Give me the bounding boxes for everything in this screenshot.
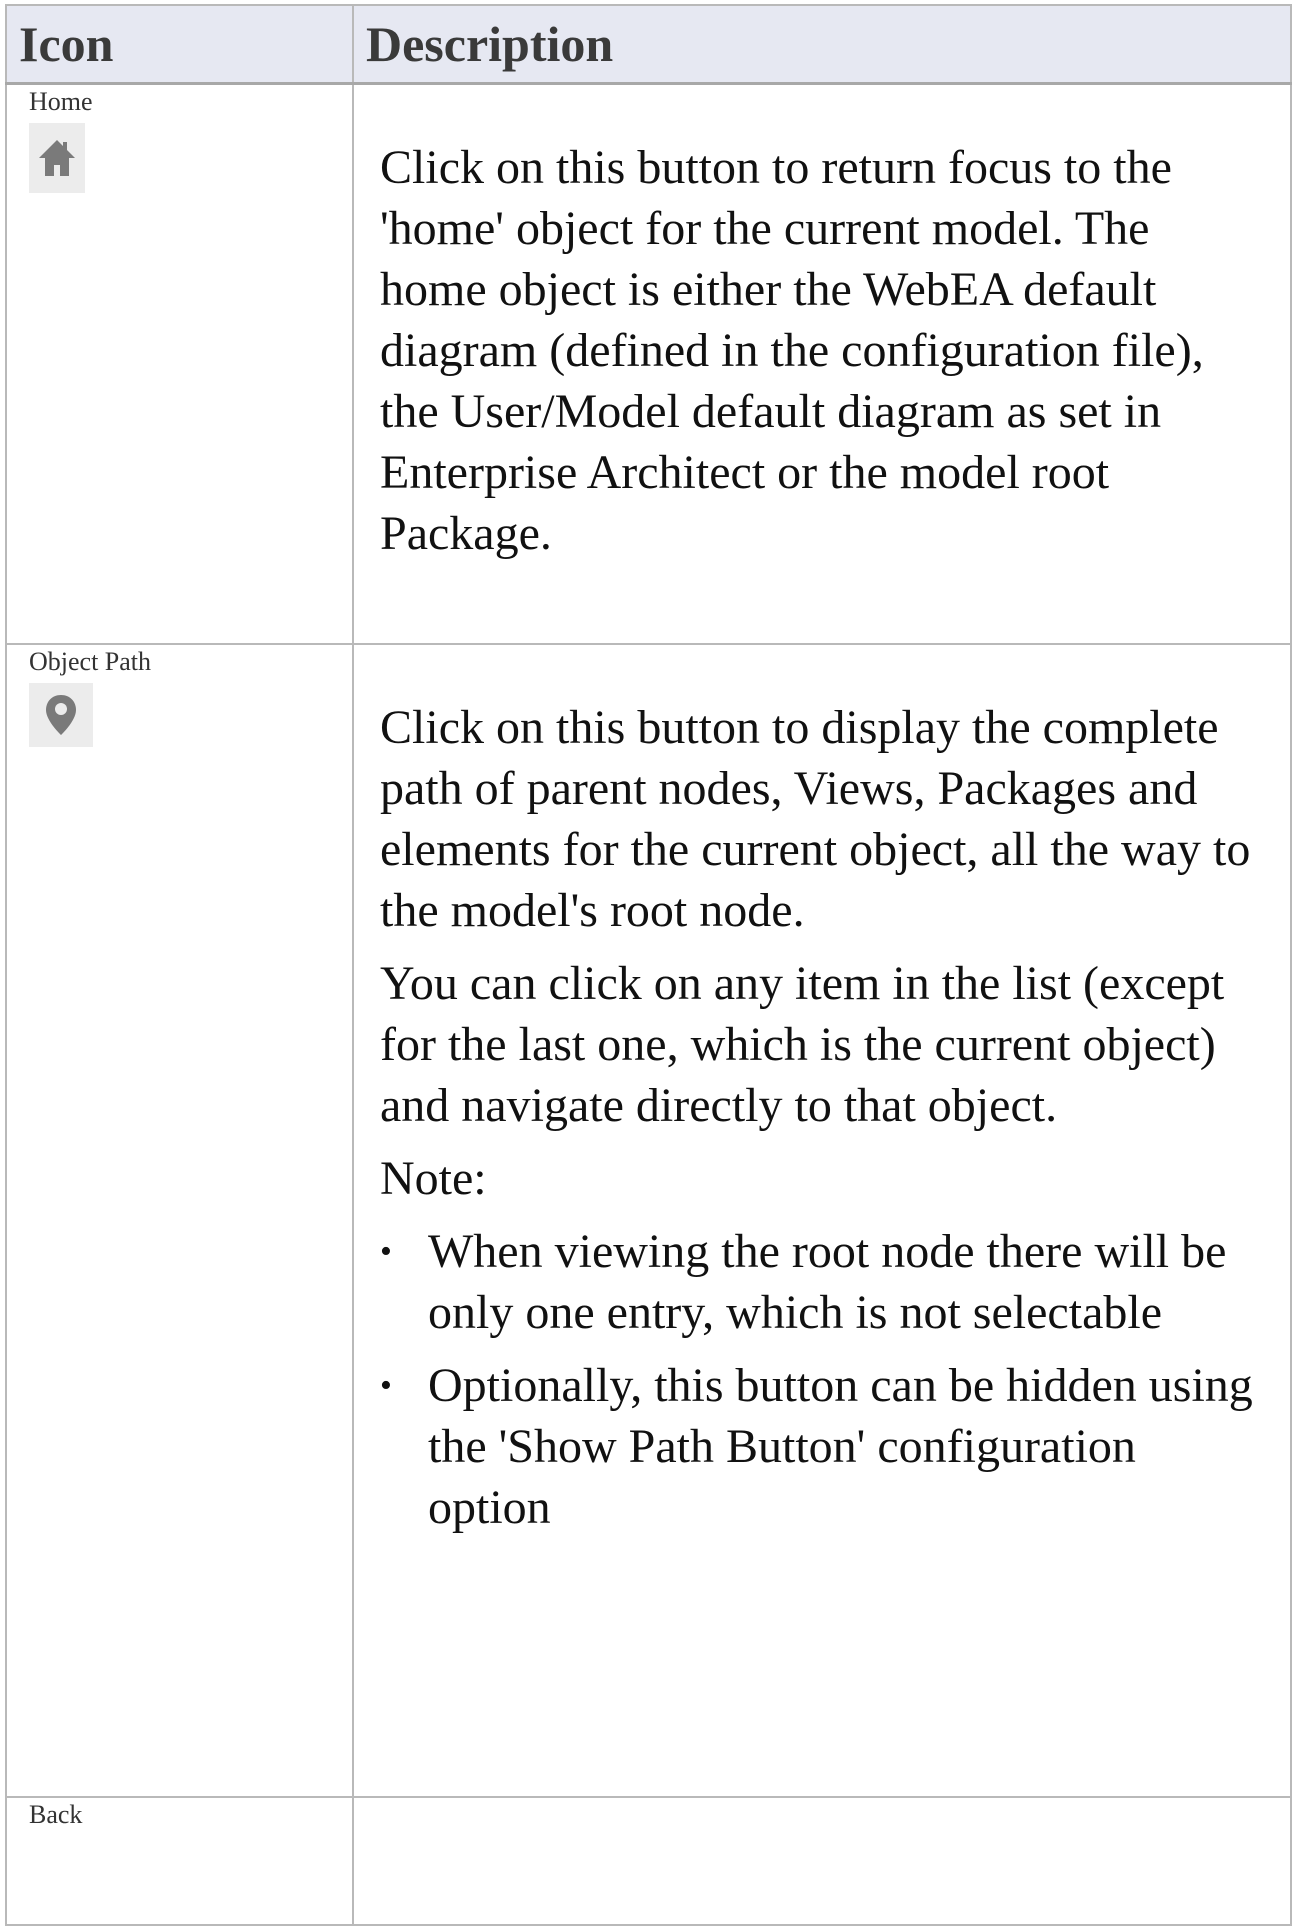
icon-label-home: Home	[29, 87, 93, 116]
note-text: When viewing the root node there will be…	[428, 1225, 1227, 1339]
list-item: • Optionally, this button can be hidden …	[380, 1355, 1260, 1538]
note-text: Optionally, this button can be hidden us…	[428, 1359, 1253, 1534]
list-item: • When viewing the root node there will …	[380, 1221, 1260, 1343]
icon-label-object-path: Object Path	[29, 647, 152, 676]
table-row-back: Back	[5, 1796, 1292, 1926]
object-path-notes-list: • When viewing the root node there will …	[380, 1221, 1260, 1538]
icon-cell-back: Back	[5, 1796, 354, 1926]
description-cell-back	[352, 1796, 1292, 1926]
description-cell-object-path: Click on this button to display the comp…	[352, 643, 1292, 1798]
table-header-row: Icon Description	[5, 4, 1292, 85]
icon-cell-home: Home	[5, 82, 354, 645]
table-row-object-path: Object Path Click on this button to disp…	[5, 643, 1292, 1798]
object-path-note-label: Note:	[380, 1152, 487, 1205]
home-icon	[29, 123, 85, 193]
icon-column-header: Icon	[5, 4, 354, 85]
bullet-icon: •	[380, 1367, 392, 1404]
home-description: Click on this button to return focus to …	[380, 141, 1204, 560]
icon-description-table: Icon Description Home Click on this butt…	[5, 4, 1292, 1926]
description-cell-home: Click on this button to return focus to …	[352, 82, 1292, 645]
icon-label-back: Back	[29, 1800, 83, 1829]
table-row-home: Home Click on this button to return focu…	[5, 82, 1292, 645]
map-pin-icon	[29, 683, 93, 747]
description-column-header: Description	[352, 4, 1292, 85]
object-path-description: Click on this button to display the comp…	[380, 701, 1251, 937]
object-path-navigate-text: You can click on any item in the list (e…	[380, 957, 1225, 1132]
bullet-icon: •	[380, 1233, 392, 1270]
icon-cell-object-path: Object Path	[5, 643, 354, 1798]
